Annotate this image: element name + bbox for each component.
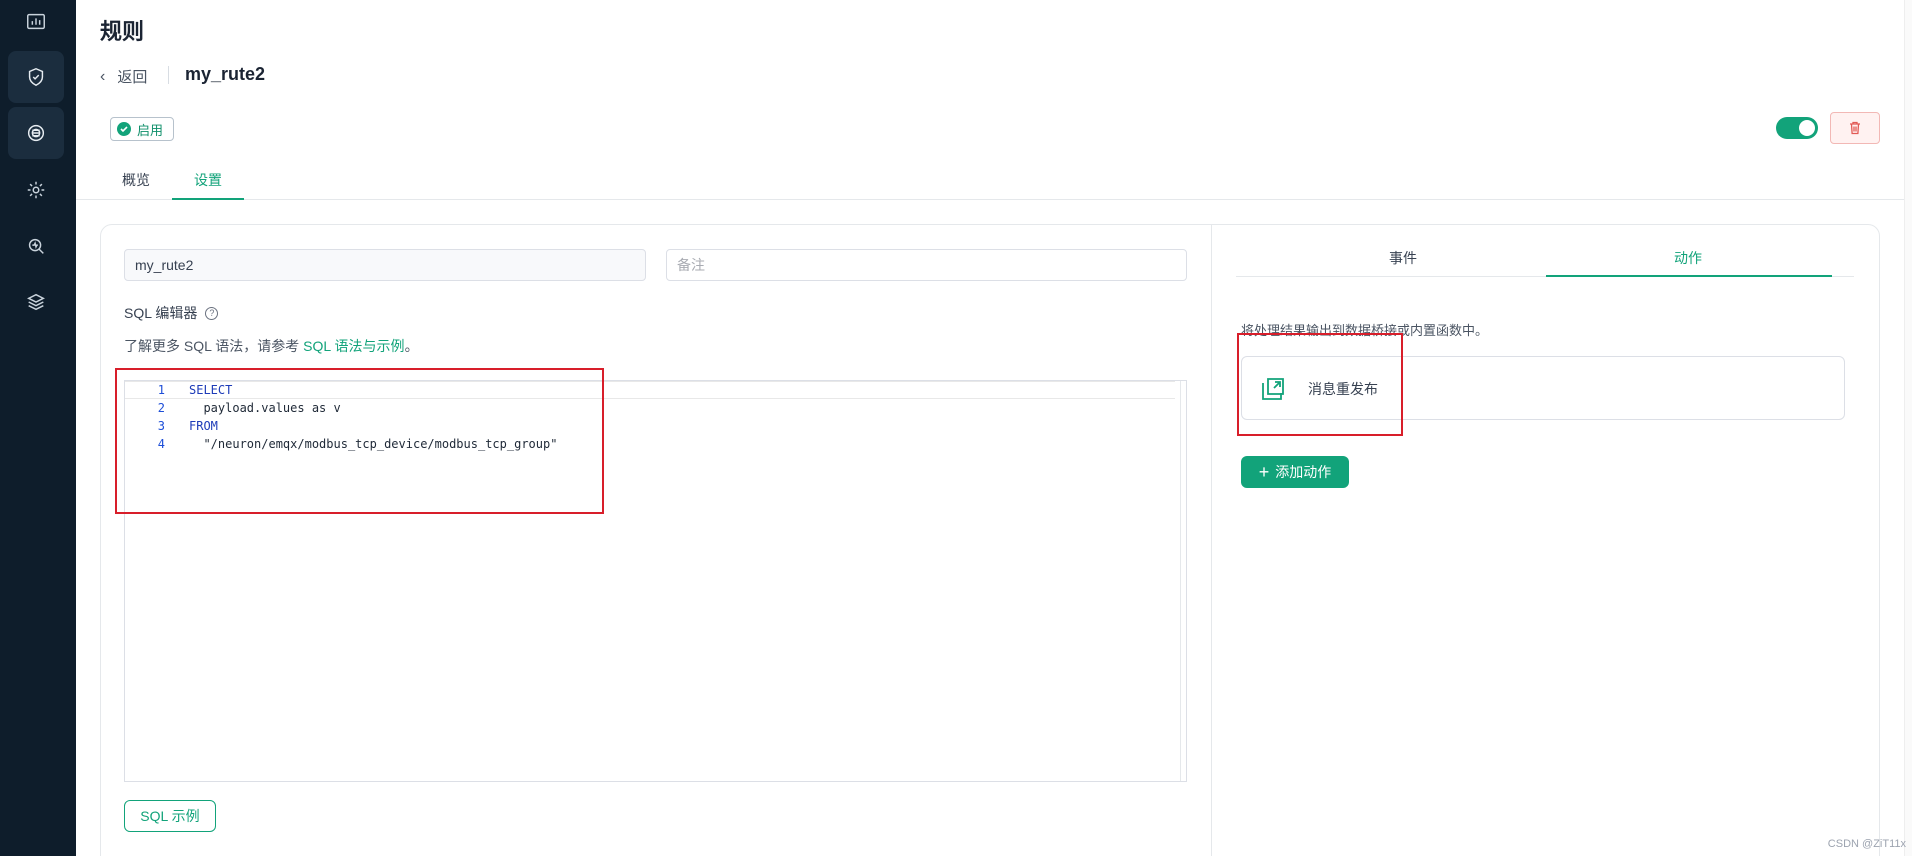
code-line: 1 SELECT bbox=[125, 381, 1175, 399]
help-icon[interactable]: ? bbox=[205, 306, 219, 320]
card-divider bbox=[1211, 224, 1212, 856]
code-line: 2 payload.values as v bbox=[125, 399, 1175, 417]
add-action-button[interactable]: + 添加动作 bbox=[1241, 456, 1349, 488]
sql-hint-prefix: 了解更多 SQL 语法，请参考 bbox=[124, 338, 304, 354]
sidebar bbox=[0, 0, 76, 856]
tab-settings[interactable]: 设置 bbox=[194, 170, 222, 190]
code-text: FROM bbox=[189, 419, 218, 433]
sql-hint: 了解更多 SQL 语法，请参考 SQL 语法与示例。 bbox=[124, 336, 419, 356]
remark-input[interactable]: 备注 bbox=[666, 249, 1187, 281]
line-number: 3 bbox=[157, 419, 165, 433]
status-label: 启用 bbox=[137, 122, 164, 138]
window-scrollbar[interactable] bbox=[1904, 0, 1912, 856]
tab-actions[interactable]: 动作 bbox=[1674, 248, 1702, 268]
sql-editor-label: SQL 编辑器 ? bbox=[124, 303, 219, 323]
check-circle-icon bbox=[117, 122, 131, 136]
rule-name-input[interactable]: my_rute2 bbox=[124, 249, 646, 281]
code-line: 4 "/neuron/emqx/modbus_tcp_device/modbus… bbox=[125, 435, 1175, 453]
page-title: 规则 bbox=[100, 19, 145, 44]
nav-diagnose[interactable] bbox=[8, 220, 64, 272]
sql-syntax-link[interactable]: SQL 语法与示例 bbox=[303, 338, 404, 354]
chevron-left-icon: ‹ bbox=[100, 67, 106, 85]
layers-icon bbox=[27, 293, 45, 311]
back-label: 返回 bbox=[117, 69, 148, 86]
header-divider bbox=[168, 66, 169, 84]
plus-icon: + bbox=[1258, 462, 1270, 482]
editor-scrollbar[interactable] bbox=[1180, 381, 1186, 781]
nav-management[interactable] bbox=[8, 164, 64, 216]
nav-dashboard[interactable] bbox=[8, 0, 64, 48]
add-action-label: 添加动作 bbox=[1275, 464, 1332, 480]
code-text: "/neuron/emqx/modbus_tcp_device/modbus_t… bbox=[189, 437, 558, 451]
status-badge: 启用 bbox=[110, 117, 175, 141]
action-card-republish[interactable]: 消息重发布 bbox=[1241, 356, 1845, 420]
line-number: 2 bbox=[157, 401, 165, 415]
code-text: payload.values as v bbox=[189, 401, 341, 415]
sql-example-button[interactable]: SQL 示例 bbox=[124, 800, 216, 832]
action-card-label: 消息重发布 bbox=[1308, 381, 1378, 397]
sql-hint-suffix: 。 bbox=[404, 338, 419, 354]
actions-description: 将处理结果输出到数据桥接或内置函数中。 bbox=[1241, 323, 1489, 338]
right-tab-active-indicator bbox=[1546, 275, 1832, 277]
delete-button[interactable] bbox=[1830, 112, 1880, 144]
watermark: CSDN @ZiT11x bbox=[1827, 838, 1906, 850]
republish-icon bbox=[1262, 378, 1284, 400]
shield-check-icon bbox=[28, 67, 44, 87]
code-text: SELECT bbox=[189, 383, 233, 397]
line-number: 4 bbox=[157, 437, 165, 451]
rule-engine-icon bbox=[27, 124, 45, 142]
nav-access-control[interactable] bbox=[8, 51, 64, 103]
enable-toggle[interactable] bbox=[1776, 117, 1818, 139]
sql-editor-title: SQL 编辑器 bbox=[124, 305, 198, 321]
tab-active-indicator bbox=[172, 198, 244, 200]
nav-extensions[interactable] bbox=[8, 276, 64, 328]
sql-code-editor[interactable]: 1 SELECT 2 payload.values as v 3 FROM 4 … bbox=[124, 380, 1187, 782]
trash-icon bbox=[1850, 121, 1860, 135]
toggle-knob bbox=[1799, 120, 1815, 136]
page-tabs: 概览 设置 bbox=[76, 160, 1912, 200]
diagnose-search-icon bbox=[28, 238, 44, 254]
tab-events[interactable]: 事件 bbox=[1389, 248, 1417, 268]
settings-gear-icon bbox=[27, 181, 45, 199]
code-line: 3 FROM bbox=[125, 417, 1175, 435]
nav-rule-engine[interactable] bbox=[8, 107, 64, 159]
back-button[interactable]: ‹ 返回 bbox=[100, 66, 147, 87]
rule-name: my_rute2 bbox=[185, 64, 266, 84]
tab-overview[interactable]: 概览 bbox=[122, 170, 150, 190]
line-number: 1 bbox=[157, 383, 165, 397]
dashboard-icon bbox=[27, 13, 45, 30]
